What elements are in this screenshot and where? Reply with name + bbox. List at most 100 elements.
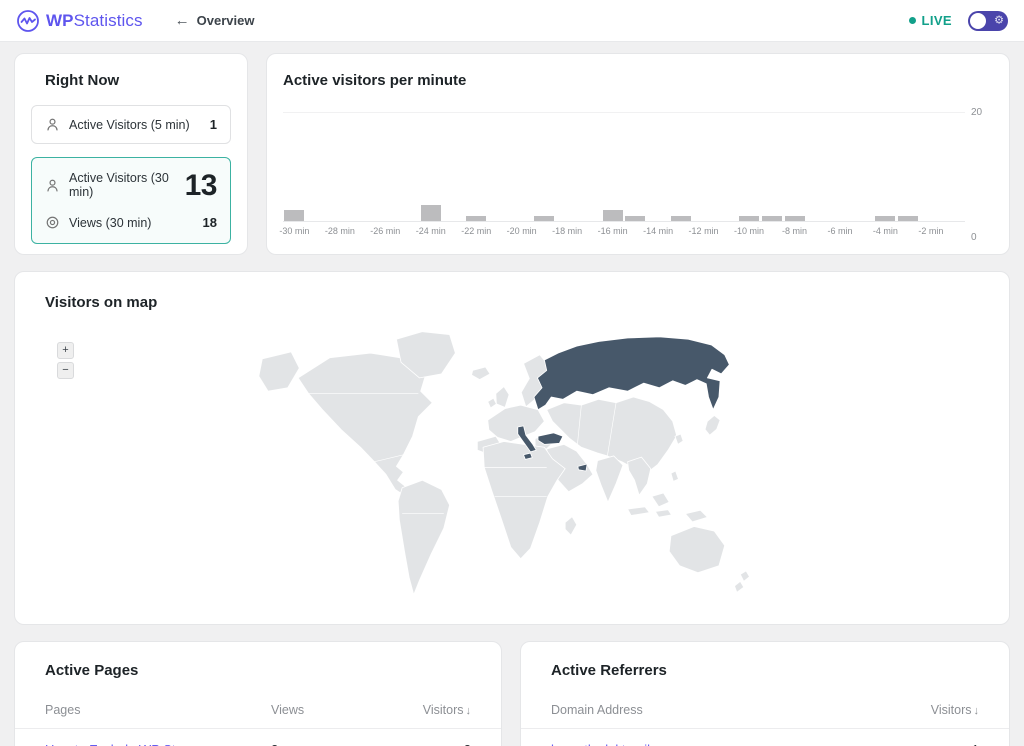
- x-axis-tick-label: -8 min: [782, 226, 807, 236]
- chart-bar-slot: [920, 112, 943, 221]
- chart-bar-slot: [351, 112, 374, 221]
- x-axis-tick-label: -24 min: [416, 226, 446, 236]
- chart-bar: [785, 216, 805, 221]
- page-link[interactable]: How to Exclude WP St…: [45, 742, 271, 746]
- x-axis-tick-label: -14 min: [643, 226, 673, 236]
- column-domain-address: Domain Address: [551, 703, 859, 717]
- chart-y-axis: 20 0: [971, 112, 993, 238]
- chart-bar: [603, 210, 623, 221]
- chart-bar-slot: [283, 112, 306, 221]
- back-arrow-icon: ←: [175, 13, 190, 28]
- views-eye-icon: [45, 215, 60, 230]
- chart-bar-slot: [510, 112, 533, 221]
- chart-bar-slot: [465, 112, 488, 221]
- wp-statistics-realtime-screen: WPStatistics ← Overview LIVE ⚙ Right Now: [0, 0, 1024, 746]
- active-visitors-chart-panel: Active visitors per minute -30 min-28 mi…: [266, 53, 1010, 255]
- x-axis-tick-label: -18 min: [552, 226, 582, 236]
- chart-bar-slot: [328, 112, 351, 221]
- world-map-svg: [223, 323, 801, 612]
- active-visitors-5min-card[interactable]: Active Visitors (5 min) 1: [31, 105, 231, 144]
- chart-bar: [534, 216, 554, 221]
- live-indicator: LIVE: [909, 13, 953, 28]
- page-views-value: 2: [271, 742, 371, 746]
- active-visitors-30min-card[interactable]: Active Visitors (30 min) 13 Views (30 mi…: [31, 157, 231, 244]
- x-axis-tick-label: -6 min: [827, 226, 852, 236]
- chart-bar-slot: [760, 112, 783, 221]
- chart-bar-slot: [374, 112, 397, 221]
- column-pages: Pages: [45, 703, 271, 717]
- sort-desc-icon: ↓: [466, 705, 472, 717]
- chart-bar: [284, 210, 304, 221]
- active-referrers-title: Active Referrers: [551, 662, 979, 679]
- chart-bar-slot: [692, 112, 715, 221]
- x-axis-tick-label: -2 min: [918, 226, 943, 236]
- chart-bar: [466, 216, 486, 221]
- chart-title: Active visitors per minute: [283, 72, 993, 89]
- active-referrers-header-row: Domain Address Visitors↓: [521, 703, 1009, 729]
- chart-bar: [762, 216, 782, 221]
- map-title: Visitors on map: [45, 294, 993, 311]
- chart-bar: [625, 216, 645, 221]
- person-icon: [45, 117, 60, 132]
- chart-bar-slot: [533, 112, 556, 221]
- chart-bar-slot: [738, 112, 761, 221]
- wp-statistics-logo-icon: [16, 9, 40, 33]
- active-referrers-panel: Active Referrers Domain Address Visitors…: [520, 641, 1010, 746]
- chart-bar: [739, 216, 759, 221]
- chart-bar-slot: [419, 112, 442, 221]
- visitors-map-panel: Visitors on map + −: [14, 271, 1010, 625]
- map-zoom-out-button[interactable]: −: [57, 362, 74, 379]
- column-views: Views: [271, 703, 371, 717]
- realtime-settings-toggle[interactable]: ⚙: [968, 11, 1008, 31]
- column-visitors-sort[interactable]: Visitors↓: [859, 703, 979, 717]
- chart-bar-slot: [806, 112, 829, 221]
- chart-bar-slot: [579, 112, 602, 221]
- y-axis-max-label: 20: [971, 107, 982, 118]
- country-turkey: [538, 432, 563, 444]
- brand-name: WPStatistics: [46, 11, 143, 31]
- top-bar-right: LIVE ⚙: [909, 11, 1009, 31]
- chart-bar-slot: [624, 112, 647, 221]
- chart-bar-slot: [874, 112, 897, 221]
- active-referrers-row: harputluelektronik.com 1: [551, 729, 979, 746]
- right-now-title: Right Now: [45, 72, 231, 89]
- world-map[interactable]: [15, 318, 1009, 616]
- chart-bar: [898, 216, 918, 221]
- back-label: Overview: [197, 13, 255, 28]
- chart-bar-slot: [897, 112, 920, 221]
- x-axis-tick-label: -4 min: [873, 226, 898, 236]
- views-30min-value: 18: [203, 215, 217, 230]
- active-visitors-5min-label: Active Visitors (5 min): [69, 118, 190, 132]
- overview-back-link[interactable]: ← Overview: [175, 13, 255, 28]
- active-pages-title: Active Pages: [45, 662, 471, 679]
- page-visitors-value: 2: [371, 742, 471, 746]
- top-bar: WPStatistics ← Overview LIVE ⚙: [0, 0, 1024, 42]
- gear-icon: ⚙: [994, 15, 1004, 26]
- x-axis-tick-label: -26 min: [370, 226, 400, 236]
- active-visitors-30min-label: Active Visitors (30 min): [69, 171, 185, 199]
- chart-bar-slot: [942, 112, 965, 221]
- wp-statistics-logo[interactable]: WPStatistics: [16, 9, 143, 33]
- chart-bar-slot: [783, 112, 806, 221]
- chart-bar-slot: [669, 112, 692, 221]
- right-now-panel: Right Now Active Visitors (5 min) 1 Acti…: [14, 53, 248, 255]
- sort-desc-icon: ↓: [974, 705, 980, 717]
- chart-bar-slot: [488, 112, 511, 221]
- views-30min-label: Views (30 min): [69, 216, 151, 230]
- map-zoom-in-button[interactable]: +: [57, 342, 74, 359]
- chart-bar: [875, 216, 895, 221]
- chart-bar: [421, 205, 441, 221]
- x-axis-tick-label: -20 min: [507, 226, 537, 236]
- active-visitors-5min-value: 1: [210, 117, 217, 132]
- referrer-domain-link[interactable]: harputluelektronik.com: [551, 742, 859, 746]
- chart-bar: [671, 216, 691, 221]
- x-axis-tick-label: -12 min: [689, 226, 719, 236]
- chart-bar-slot: [556, 112, 579, 221]
- x-axis-tick-label: -16 min: [598, 226, 628, 236]
- active-pages-row: How to Exclude WP St… 2 2: [45, 729, 471, 746]
- active-visitors-30min-value: 13: [185, 172, 217, 199]
- active-visitors-chart: -30 min-28 min-26 min-24 min-22 min-20 m…: [283, 112, 993, 238]
- person-icon: [45, 178, 60, 193]
- column-visitors-sort[interactable]: Visitors↓: [371, 703, 471, 717]
- x-axis-tick-label: -10 min: [734, 226, 764, 236]
